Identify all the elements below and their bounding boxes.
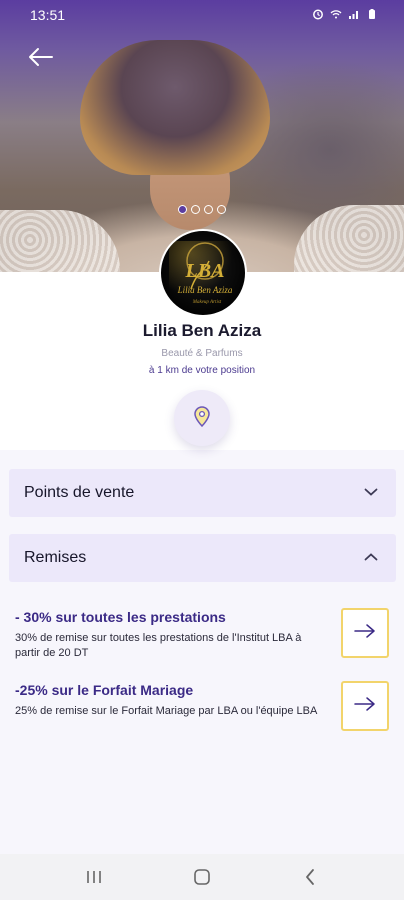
remises-section[interactable]: Remises [9,534,396,582]
offer-description: 30% de remise sur toutes les prestations… [15,632,302,659]
offer-title: -25% sur le Forfait Mariage [15,682,194,698]
brand-logo: LBA Lilia Ben Aziza Makeup Artist [159,229,247,317]
carousel-indicator [178,205,226,214]
offer-title: - 30% sur toutes les prestations [15,609,226,625]
alarm-icon [312,7,324,23]
wifi-icon [330,7,342,23]
chevron-up-icon [364,549,378,567]
battery-icon [366,7,378,23]
offer-item: -25% sur le Forfait Mariage 25% de remis… [15,682,390,719]
status-bar: 13:51 [0,0,404,30]
section-label: Remises [24,549,87,566]
points-de-vente-section[interactable]: Points de vente [9,469,396,517]
svg-text:Lilia Ben Aziza: Lilia Ben Aziza [177,285,233,295]
system-nav-bar [0,854,404,900]
carousel-dot[interactable] [178,205,187,214]
recent-apps-button[interactable] [74,857,114,897]
carousel-dot[interactable] [217,205,226,214]
merchant-distance: à 1 km de votre position [148,365,256,376]
svg-text:Makeup Artist: Makeup Artist [192,300,222,305]
status-time: 13:51 [30,7,66,23]
offer-description: 25% de remise sur le Forfait Mariage par… [15,705,318,717]
merchant-name: Lilia Ben Aziza [142,321,262,340]
map-pin-icon [191,404,213,433]
chevron-down-icon [364,484,378,502]
home-button[interactable] [182,857,222,897]
offer-open-button[interactable] [341,681,389,731]
arrow-right-icon [353,623,377,644]
back-arrow-icon[interactable] [24,44,56,70]
offer-item: - 30% sur toutes les prestations 30% de … [15,609,390,661]
offer-open-button[interactable] [341,608,389,658]
carousel-dot[interactable] [204,205,213,214]
arrow-right-icon [353,696,377,717]
signal-icon [348,7,360,23]
system-back-button[interactable] [290,857,330,897]
location-button[interactable] [174,390,230,446]
carousel-dot[interactable] [191,205,200,214]
svg-text:LBA: LBA [185,260,225,282]
merchant-category: Beauté & Parfums [161,348,243,359]
section-label: Points de vente [24,484,135,501]
